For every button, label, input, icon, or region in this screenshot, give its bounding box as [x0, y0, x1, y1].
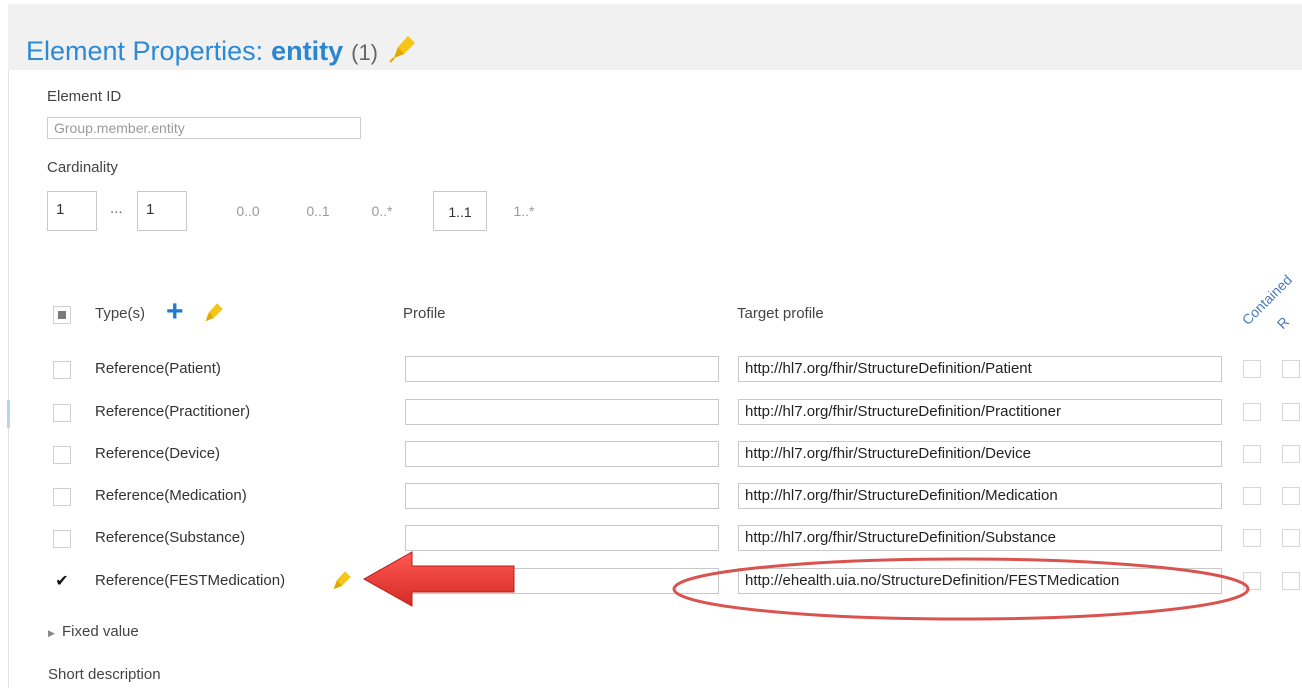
- rules-checkbox-practitioner[interactable]: [1282, 403, 1300, 421]
- target-profile-input-substance[interactable]: http://hl7.org/fhir/StructureDefinition/…: [738, 525, 1222, 551]
- rules-checkbox-patient[interactable]: [1282, 360, 1300, 378]
- row-checkbox-festmedication[interactable]: ✔: [53, 573, 71, 591]
- type-practitioner: Reference(Practitioner): [95, 403, 251, 420]
- edit-types-pencil-icon[interactable]: [200, 300, 226, 331]
- element-id-field[interactable]: Group.member.entity: [47, 117, 361, 139]
- profile-input-practitioner[interactable]: [405, 399, 719, 425]
- row-checkbox-patient[interactable]: [53, 361, 71, 379]
- rules-checkbox-substance[interactable]: [1282, 529, 1300, 547]
- cardinality-preset-0-many[interactable]: 0..*: [362, 191, 402, 231]
- element-name: entity: [271, 36, 344, 66]
- row-checkbox-medication[interactable]: [53, 488, 71, 506]
- edit-festmedication-pencil-icon[interactable]: [328, 568, 354, 599]
- cardinality-preset-0-1[interactable]: 0..1: [298, 191, 338, 231]
- annotation-ellipse: [668, 556, 1258, 631]
- add-type-icon[interactable]: +: [166, 297, 184, 327]
- contained-checkbox-practitioner[interactable]: [1243, 403, 1261, 421]
- short-description-label: Short description: [48, 666, 161, 683]
- profile-input-device[interactable]: [405, 441, 719, 467]
- pencil-icon[interactable]: [388, 32, 418, 71]
- cardinality-separator: ...: [110, 200, 123, 217]
- contained-checkbox-device[interactable]: [1243, 445, 1261, 463]
- select-all-checkbox[interactable]: [53, 306, 71, 324]
- profile-input-patient[interactable]: [405, 356, 719, 382]
- title-prefix: Element Properties:: [26, 36, 264, 66]
- rules-checkbox-medication[interactable]: [1282, 487, 1300, 505]
- type-substance: Reference(Substance): [95, 529, 246, 546]
- types-column-header: Type(s): [95, 305, 146, 322]
- target-profile-input-medication[interactable]: http://hl7.org/fhir/StructureDefinition/…: [738, 483, 1222, 509]
- profile-column-header: Profile: [403, 305, 446, 322]
- splitter-handle[interactable]: [7, 400, 10, 428]
- target-profile-input-patient[interactable]: http://hl7.org/fhir/StructureDefinition/…: [738, 356, 1222, 382]
- cardinality-preset-1-1[interactable]: 1..1: [433, 191, 487, 231]
- element-id-label: Element ID: [47, 88, 122, 105]
- annotation-arrow: [360, 548, 520, 615]
- profile-input-medication[interactable]: [405, 483, 719, 509]
- contained-checkbox-patient[interactable]: [1243, 360, 1261, 378]
- row-checkbox-practitioner[interactable]: [53, 404, 71, 422]
- type-medication: Reference(Medication): [95, 487, 247, 504]
- row-checkbox-substance[interactable]: [53, 530, 71, 548]
- fixed-value-expand-icon[interactable]: ▶: [48, 628, 55, 639]
- target-profile-column-header: Target profile: [737, 305, 824, 322]
- contained-checkbox-substance[interactable]: [1243, 529, 1261, 547]
- panel-divider: [8, 70, 9, 688]
- type-festmedication: Reference(FESTMedication): [95, 572, 286, 589]
- target-profile-input-device[interactable]: http://hl7.org/fhir/StructureDefinition/…: [738, 441, 1222, 467]
- row-checkbox-device[interactable]: [53, 446, 71, 464]
- fixed-value-label[interactable]: Fixed value: [62, 623, 139, 640]
- cardinality-preset-1-many[interactable]: 1..*: [504, 191, 544, 231]
- panel-title: Element Properties: entity (1): [26, 28, 418, 67]
- cardinality-label: Cardinality: [47, 159, 118, 176]
- cardinality-min-input[interactable]: 1: [47, 191, 97, 231]
- cardinality-max-input[interactable]: 1: [137, 191, 187, 231]
- cardinality-preset-0-0[interactable]: 0..0: [228, 191, 268, 231]
- type-device: Reference(Device): [95, 445, 221, 462]
- target-profile-input-practitioner[interactable]: http://hl7.org/fhir/StructureDefinition/…: [738, 399, 1222, 425]
- rules-checkbox-festmedication[interactable]: [1282, 572, 1300, 590]
- contained-checkbox-medication[interactable]: [1243, 487, 1261, 505]
- rules-column-header: R: [1273, 313, 1293, 332]
- element-count: (1): [351, 40, 379, 65]
- type-patient: Reference(Patient): [95, 360, 221, 377]
- rules-checkbox-device[interactable]: [1282, 445, 1300, 463]
